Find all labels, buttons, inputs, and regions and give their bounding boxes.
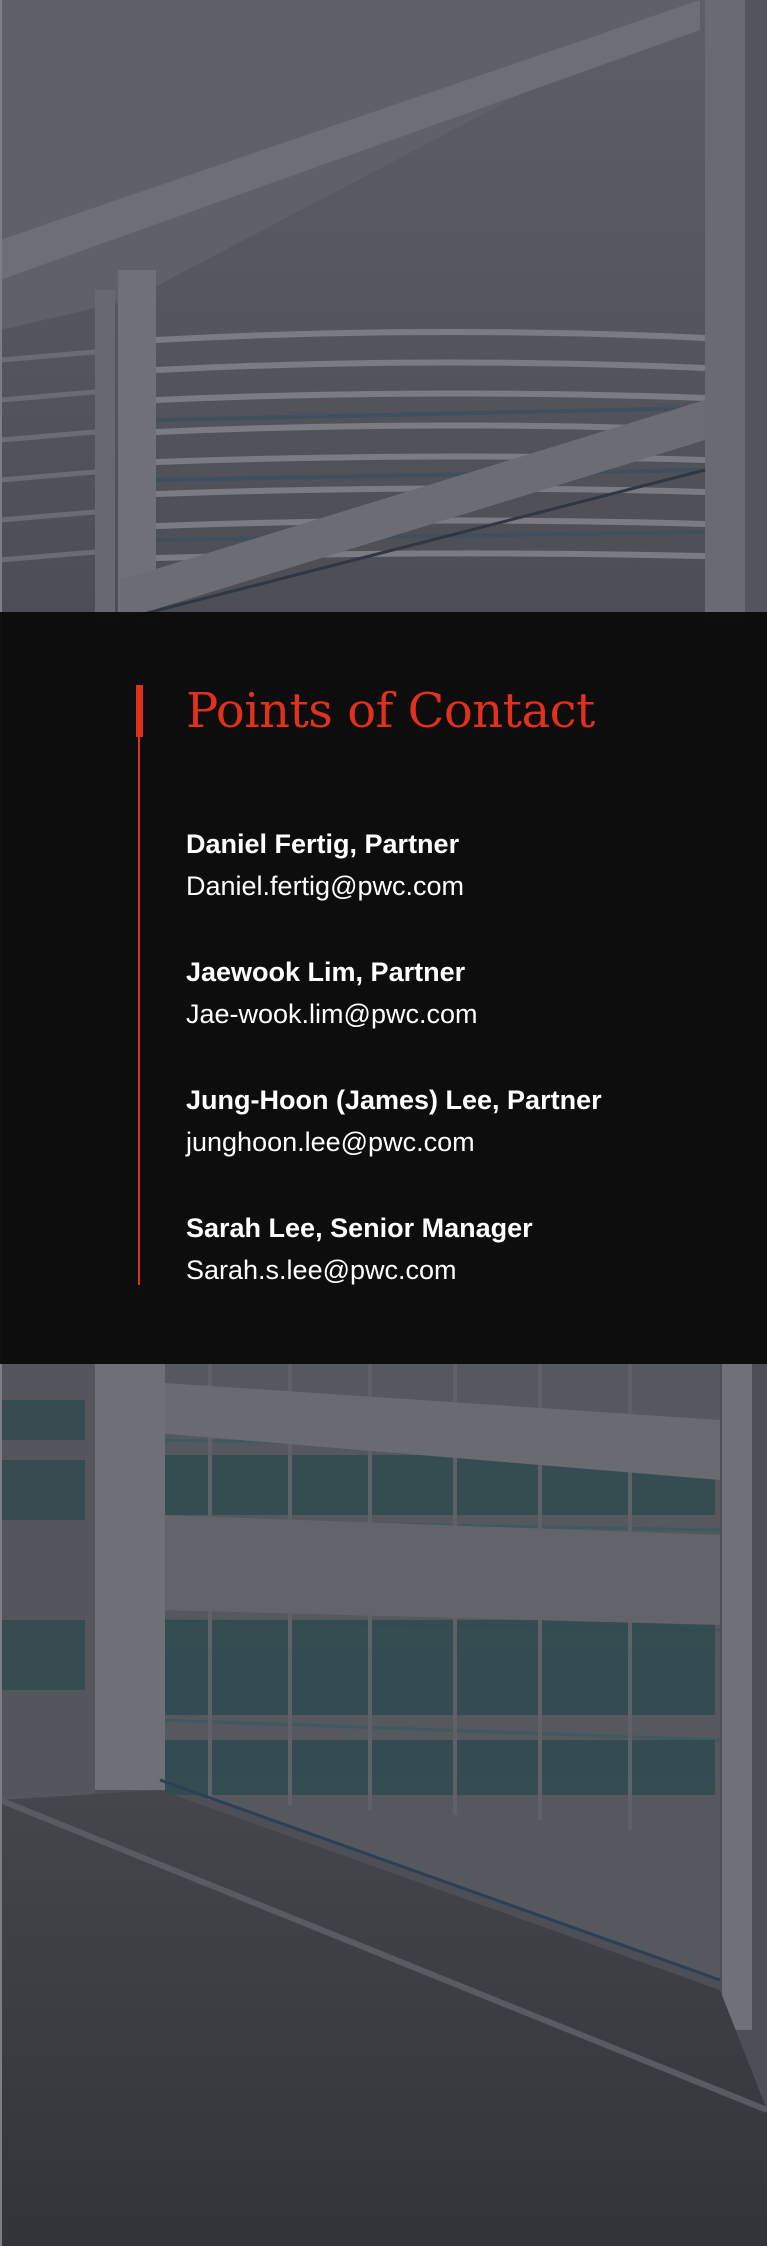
contact-email: Daniel.fertig@pwc.com — [186, 871, 465, 901]
contact-entry: Jaewook Lim, Partner Jae-wook.lim@pwc.co… — [186, 951, 746, 1079]
contact-list-accent-line — [138, 737, 140, 1285]
contact-name: Jaewook Lim, Partner — [186, 957, 466, 987]
contact-email: Jae-wook.lim@pwc.com — [186, 999, 478, 1029]
contact-name: Sarah Lee, Senior Manager — [186, 1213, 533, 1243]
section-title: Points of Contact — [186, 683, 595, 739]
heading-accent-bar — [136, 685, 143, 737]
contact-email: junghoon.lee@pwc.com — [186, 1127, 475, 1157]
contact-entry: Daniel Fertig, Partner Daniel.fertig@pwc… — [186, 823, 746, 951]
contact-name: Jung-Hoon (James) Lee, Partner — [186, 1085, 602, 1115]
contact-list: Daniel Fertig, Partner Daniel.fertig@pwc… — [186, 823, 746, 1335]
page: Points of Contact Daniel Fertig, Partner… — [0, 0, 767, 2246]
contact-email: Sarah.s.lee@pwc.com — [186, 1255, 457, 1285]
contact-entry: Sarah Lee, Senior Manager Sarah.s.lee@pw… — [186, 1207, 746, 1335]
contact-name: Daniel Fertig, Partner — [186, 829, 460, 859]
contact-entry: Jung-Hoon (James) Lee, Partner junghoon.… — [186, 1079, 746, 1207]
